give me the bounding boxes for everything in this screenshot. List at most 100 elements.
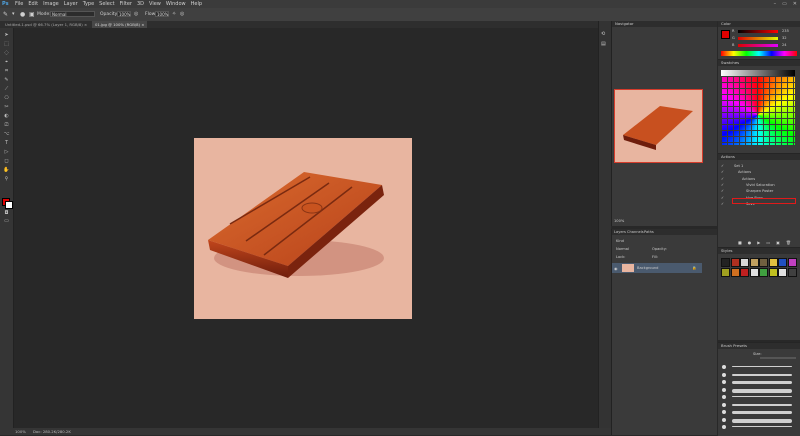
- screen-mode-icon[interactable]: ▭: [3, 218, 10, 224]
- style-swatch[interactable]: [721, 258, 730, 267]
- brush-tip-icon[interactable]: [722, 387, 726, 392]
- stop-icon[interactable]: ■: [738, 240, 742, 245]
- pen-tool-icon[interactable]: ◻: [3, 158, 10, 164]
- check-icon[interactable]: ✓: [721, 202, 724, 206]
- brush-size-picker-icon[interactable]: ●: [20, 8, 25, 21]
- menu-edit[interactable]: Edit: [28, 0, 38, 8]
- tab-channels[interactable]: Channels: [627, 230, 644, 234]
- color-spectrum[interactable]: [721, 51, 797, 56]
- style-swatch[interactable]: [721, 268, 730, 277]
- blue-slider[interactable]: [738, 44, 778, 47]
- record-icon[interactable]: ●: [748, 240, 752, 245]
- tab-paths[interactable]: Paths: [644, 230, 654, 234]
- brush-tip-icon[interactable]: [722, 380, 726, 384]
- menu-layer[interactable]: Layer: [64, 0, 78, 8]
- brush-tip-icon[interactable]: [722, 402, 726, 407]
- navigator-zoom[interactable]: 100%: [614, 219, 624, 223]
- status-zoom[interactable]: 100%: [15, 428, 26, 435]
- layer-row-background[interactable]: ◉ Background 🔒: [612, 263, 702, 273]
- properties-icon[interactable]: ▤: [601, 41, 606, 47]
- menu-filter[interactable]: Filter: [120, 0, 132, 8]
- style-swatch[interactable]: [740, 268, 749, 277]
- tool-preset-dropdown-icon[interactable]: ▾: [12, 8, 15, 21]
- delete-icon[interactable]: 🗑: [786, 240, 791, 245]
- path-select-tool-icon[interactable]: ⚲: [3, 176, 10, 182]
- tab-01-jpg[interactable]: 01.jpg @ 100% (RGB/8) ×: [92, 21, 148, 28]
- background-color-swatch[interactable]: [5, 201, 13, 209]
- mode-select[interactable]: Normal: [50, 11, 95, 17]
- history-icon[interactable]: ⟲: [601, 31, 605, 37]
- tab-layers[interactable]: Layers: [614, 230, 626, 234]
- new-set-icon[interactable]: ▭: [766, 240, 770, 245]
- action-item[interactable]: ✓ Vivid Saturation: [721, 183, 775, 187]
- check-icon[interactable]: ✓: [721, 164, 724, 168]
- toggle-brush-panel-icon[interactable]: ▣: [29, 8, 35, 21]
- style-swatch[interactable]: [768, 268, 778, 277]
- blue-value[interactable]: 24: [782, 43, 787, 47]
- menu-select[interactable]: Select: [99, 0, 114, 8]
- clone-stamp-tool-icon[interactable]: ✂: [3, 104, 10, 110]
- brush-tip-icon[interactable]: [722, 365, 726, 369]
- blur-tool-icon[interactable]: T: [3, 140, 10, 146]
- flow-input[interactable]: 100%: [155, 11, 169, 17]
- eye-icon[interactable]: ◉: [614, 266, 618, 271]
- airbrush-icon[interactable]: ✧: [172, 8, 176, 21]
- navigator-thumbnail[interactable]: [614, 89, 703, 163]
- style-swatch[interactable]: [787, 268, 797, 277]
- style-swatch[interactable]: [778, 258, 787, 267]
- style-swatch[interactable]: [768, 258, 778, 267]
- fg-color-swatch[interactable]: [721, 30, 730, 39]
- swatch-grid[interactable]: [721, 70, 795, 145]
- check-icon[interactable]: ✓: [721, 170, 724, 174]
- play-icon[interactable]: ▶: [757, 240, 760, 245]
- style-swatch[interactable]: [740, 258, 749, 267]
- opacity-input[interactable]: 100%: [117, 11, 131, 17]
- minimize-icon[interactable]: –: [774, 0, 777, 8]
- action-item[interactable]: ✓ Set 1: [721, 164, 743, 168]
- quick-mask-icon[interactable]: ◘: [3, 210, 10, 216]
- type-tool-icon[interactable]: ✋: [3, 167, 10, 173]
- style-swatch[interactable]: [730, 258, 740, 267]
- green-slider[interactable]: [738, 37, 778, 40]
- style-swatch[interactable]: [778, 268, 787, 277]
- menu-window[interactable]: Window: [166, 0, 186, 8]
- brush-tip-icon[interactable]: [722, 417, 726, 422]
- check-icon[interactable]: ✓: [721, 189, 724, 193]
- new-action-icon[interactable]: ▣: [776, 240, 780, 245]
- green-value[interactable]: 32: [782, 36, 787, 40]
- brush-tip-icon[interactable]: [722, 372, 726, 377]
- menu-file[interactable]: File: [15, 0, 23, 8]
- brush-tool-icon[interactable]: ⎔: [3, 95, 10, 101]
- menu-help[interactable]: Help: [191, 0, 202, 8]
- action-item[interactable]: ✓ Actions: [721, 170, 751, 174]
- maximize-icon[interactable]: ▭: [782, 0, 787, 8]
- red-value[interactable]: 235: [782, 29, 789, 33]
- tab-untitled[interactable]: Untitled-1.psd @ 66.7% (Layer 1, RGB/8) …: [2, 21, 90, 28]
- quick-select-tool-icon[interactable]: ⌖: [3, 59, 10, 65]
- brush-tip-icon[interactable]: [722, 425, 726, 429]
- marquee-tool-icon[interactable]: ⬚: [3, 41, 10, 47]
- close-icon[interactable]: ✕: [793, 0, 797, 8]
- action-item[interactable]: ✓ Actions: [721, 177, 755, 181]
- size-slider[interactable]: [760, 357, 796, 359]
- lasso-tool-icon[interactable]: ◌: [3, 50, 10, 56]
- style-swatch[interactable]: [759, 268, 768, 277]
- menu-type[interactable]: Type: [83, 0, 94, 8]
- crop-tool-icon[interactable]: ⌗: [3, 68, 10, 74]
- style-swatch[interactable]: [730, 268, 740, 277]
- eraser-tool-icon[interactable]: ⎚: [3, 122, 10, 128]
- style-swatch[interactable]: [749, 258, 759, 267]
- check-icon[interactable]: ✓: [721, 177, 724, 181]
- pressure-size-icon[interactable]: ◎: [180, 8, 184, 21]
- filter-kind-select[interactable]: Kind: [616, 239, 624, 243]
- menu-view[interactable]: View: [149, 0, 161, 8]
- check-icon[interactable]: ✓: [721, 183, 724, 187]
- eyedropper-tool-icon[interactable]: ✎: [3, 77, 10, 83]
- gradient-tool-icon[interactable]: ⌥: [3, 131, 10, 137]
- style-swatch[interactable]: [759, 258, 768, 267]
- red-slider[interactable]: [738, 30, 778, 33]
- brush-tip-icon[interactable]: [722, 410, 726, 414]
- history-brush-tool-icon[interactable]: ◐: [3, 113, 10, 119]
- layer-name[interactable]: Background: [637, 266, 658, 270]
- healing-tool-icon[interactable]: ⟋: [3, 86, 10, 92]
